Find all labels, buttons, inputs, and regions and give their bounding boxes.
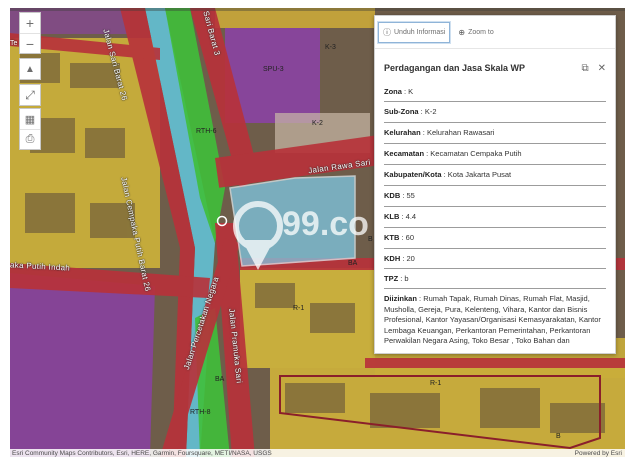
field-value: : Kota Jakarta Pusat — [441, 170, 512, 179]
map-attribution: Esri Community Maps Contributors, Esri, … — [10, 449, 625, 458]
zoom-control: + − — [19, 12, 41, 54]
label-r1-main: R-1 — [293, 305, 305, 312]
field-key: TPZ — [384, 274, 399, 283]
field-value: : K-2 — [418, 107, 437, 116]
allowed-key: Diizinkan — [384, 294, 417, 303]
info-icon: ⓘ — [383, 27, 391, 37]
popup-field-row: Kabupaten/Kota : Kota Jakarta Pusat — [384, 165, 606, 186]
field-key: KDH — [384, 254, 401, 263]
dock-icon[interactable]: ⧉ — [581, 63, 588, 74]
watermark-text: 99.co — [282, 205, 369, 243]
field-key: Kecamatan — [384, 149, 425, 158]
label-r1-small: R-1 — [430, 380, 442, 387]
field-value: : Kelurahan Rawasari — [420, 128, 495, 137]
popup-field-row: Zona : K — [384, 82, 606, 102]
label-ba-low: BA — [215, 376, 225, 383]
popup-body: Zona : K Sub-Zona : K-2 Kelurahan : Kelura… — [384, 82, 606, 347]
label-spu3: SPU-3 — [263, 66, 284, 73]
field-key: Zona — [384, 87, 402, 96]
download-info-button[interactable]: ⓘ Unduh Informasi — [378, 21, 451, 43]
popup-field-row: KLB : 4.4 — [384, 207, 606, 228]
fullscreen-icon[interactable]: ⤢ — [20, 85, 40, 105]
zoom-out-button[interactable]: − — [20, 33, 40, 53]
field-key: KDB — [384, 191, 401, 200]
label-b-right: B — [556, 433, 561, 440]
popup-actions: ⓘ Unduh Informasi ⊕ Zoom to — [375, 16, 615, 49]
label-k2: K-2 — [312, 120, 323, 127]
field-value: : 4.4 — [399, 212, 417, 221]
label-rth6: RTH-6 — [196, 128, 217, 135]
qr-code-icon[interactable]: ▦ — [20, 109, 40, 129]
feature-popup: ⓘ Unduh Informasi ⊕ Zoom to Perdagangan … — [374, 15, 616, 354]
label-k3: K-3 — [325, 44, 336, 51]
zoom-to-label: Zoom to — [468, 28, 494, 36]
popup-field-row: KTB : 60 — [384, 228, 606, 249]
allowed-value: : Rumah Tapak, Rumah Dinas, Rumah Flat, … — [384, 294, 602, 347]
popup-field-row: Kelurahan : Kelurahan Rawasari — [384, 123, 606, 144]
field-value: : 60 — [399, 233, 415, 242]
label-b-left: B — [368, 236, 373, 243]
print-icon[interactable]: ⎙ — [20, 129, 40, 149]
field-value: : K — [401, 87, 414, 96]
download-info-label: Unduh Informasi — [394, 28, 446, 36]
popup-field-row: Kecamatan : Kecamatan Cempaka Putih — [384, 144, 606, 165]
commercial-zone-southwest — [10, 273, 155, 457]
compass-control: ▲ — [19, 58, 41, 80]
field-value: : Kecamatan Cempaka Putih — [424, 149, 522, 158]
popup-field-row: Sub-Zona : K-2 — [384, 102, 606, 123]
close-icon[interactable]: ✕ — [598, 63, 606, 74]
popup-field-row: KDB : 55 — [384, 186, 606, 207]
field-value: : 55 — [400, 191, 415, 200]
field-key: KTB — [384, 233, 400, 242]
powered-by-esri[interactable]: Powered by Esri — [575, 449, 622, 458]
label-rth8: RTH-8 — [190, 409, 211, 416]
zoom-to-icon: ⊕ — [458, 27, 466, 37]
fullscreen-control: ⤢ — [19, 84, 41, 106]
label-ba-mid: BA — [348, 260, 358, 267]
popup-allowed-uses: Diizinkan : Rumah Tapak, Rumah Dinas, Ru… — [384, 289, 606, 347]
popup-title: Perdagangan dan Jasa Skala WP — [384, 63, 526, 73]
field-key: Sub-Zona — [384, 107, 419, 116]
edge-shadow — [10, 8, 625, 11]
tools-control: ▦ ⎙ — [19, 108, 41, 150]
popup-field-row: TPZ : b — [384, 269, 606, 289]
screenshot-frame: 99.co K-3 SPU-3 K-2 RTH-6 R-1 R-1 BA BA … — [0, 0, 636, 467]
popup-header: Perdagangan dan Jasa Skala WP ⧉ ✕ — [375, 53, 615, 83]
field-key: Kelurahan — [384, 128, 421, 137]
attribution-text: Esri Community Maps Contributors, Esri, … — [12, 450, 272, 457]
zoom-in-button[interactable]: + — [20, 13, 40, 33]
compass-icon[interactable]: ▲ — [20, 59, 40, 79]
field-key: KLB — [384, 212, 400, 221]
field-value: : 20 — [400, 254, 415, 263]
field-value: : b — [398, 274, 409, 283]
field-key: Kabupaten/Kota — [384, 170, 442, 179]
popup-field-row: KDH : 20 — [384, 249, 606, 269]
zoom-to-button[interactable]: ⊕ Zoom to — [454, 24, 497, 41]
